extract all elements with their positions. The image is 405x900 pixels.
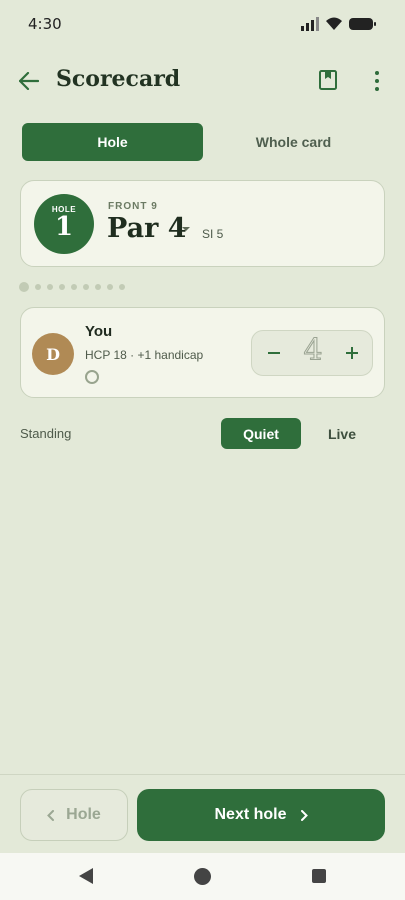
wifi-icon bbox=[326, 17, 342, 30]
pager-dot[interactable] bbox=[19, 282, 29, 292]
tab-hole[interactable]: Hole bbox=[22, 123, 203, 161]
system-nav-bar bbox=[0, 853, 405, 900]
player-card: D You HCP 18 · +1 handicap 4 bbox=[20, 307, 385, 398]
bottom-action-bar: Hole Next hole bbox=[0, 774, 405, 853]
mode-live-button[interactable]: Live bbox=[302, 418, 382, 449]
par-selector[interactable]: Par 4 bbox=[107, 213, 186, 244]
pager-dot[interactable] bbox=[71, 284, 77, 290]
hole-badge: HOLE 1 bbox=[34, 194, 94, 254]
previous-hole-label: Hole bbox=[66, 806, 101, 823]
pager-dot[interactable] bbox=[59, 284, 65, 290]
hole-pager-dots bbox=[19, 281, 125, 293]
nav-back-icon[interactable] bbox=[78, 867, 94, 885]
pager-dot[interactable] bbox=[107, 284, 113, 290]
app-bar: Scorecard bbox=[0, 56, 405, 106]
score-value: 4 bbox=[303, 333, 323, 369]
status-bar: 4:30 bbox=[0, 0, 405, 48]
player-name: You bbox=[85, 323, 113, 340]
stroke-index: SI 5 bbox=[202, 227, 224, 241]
previous-hole-button[interactable]: Hole bbox=[20, 789, 128, 841]
minus-icon bbox=[268, 352, 280, 354]
plus-icon bbox=[346, 347, 358, 359]
next-hole-button[interactable]: Next hole bbox=[137, 789, 385, 841]
player-select-radio[interactable] bbox=[85, 370, 99, 384]
view-toggle: Hole Whole card bbox=[22, 123, 384, 161]
pager-dot[interactable] bbox=[47, 284, 53, 290]
page-title: Scorecard bbox=[56, 66, 181, 92]
next-hole-label: Next hole bbox=[214, 806, 287, 823]
pager-dot[interactable] bbox=[83, 284, 89, 290]
player-handicap: HCP 18 · +1 handicap bbox=[85, 348, 204, 362]
chevron-down-icon[interactable] bbox=[182, 227, 190, 231]
hole-number: 1 bbox=[54, 212, 74, 242]
standing-label: Standing bbox=[20, 426, 72, 441]
back-button[interactable] bbox=[16, 68, 42, 94]
chevron-left-icon bbox=[47, 809, 55, 821]
nav-home-icon[interactable] bbox=[194, 868, 211, 885]
tab-whole-card[interactable]: Whole card bbox=[203, 123, 384, 161]
status-icons bbox=[301, 17, 377, 31]
pager-dot[interactable] bbox=[95, 284, 101, 290]
nav-recents-icon[interactable] bbox=[312, 869, 326, 883]
bookmark-book-button[interactable] bbox=[318, 69, 342, 93]
hole-section: FRONT 9 bbox=[108, 201, 158, 212]
pager-dot[interactable] bbox=[119, 284, 125, 290]
signal-icon bbox=[301, 17, 319, 31]
chevron-right-icon bbox=[300, 809, 308, 821]
decrement-button[interactable] bbox=[260, 339, 288, 367]
avatar: D bbox=[32, 333, 74, 375]
pager-dot[interactable] bbox=[35, 284, 41, 290]
status-time: 4:30 bbox=[28, 15, 62, 33]
hole-card: HOLE 1 FRONT 9 Par 4 SI 5 bbox=[20, 180, 385, 267]
book-icon bbox=[319, 70, 337, 90]
arrow-left-icon bbox=[19, 72, 39, 90]
increment-button[interactable] bbox=[338, 339, 366, 367]
mode-quiet-button[interactable]: Quiet bbox=[221, 418, 301, 449]
battery-icon bbox=[349, 18, 376, 30]
more-options-icon[interactable] bbox=[366, 69, 388, 93]
score-stepper: 4 bbox=[251, 330, 373, 376]
